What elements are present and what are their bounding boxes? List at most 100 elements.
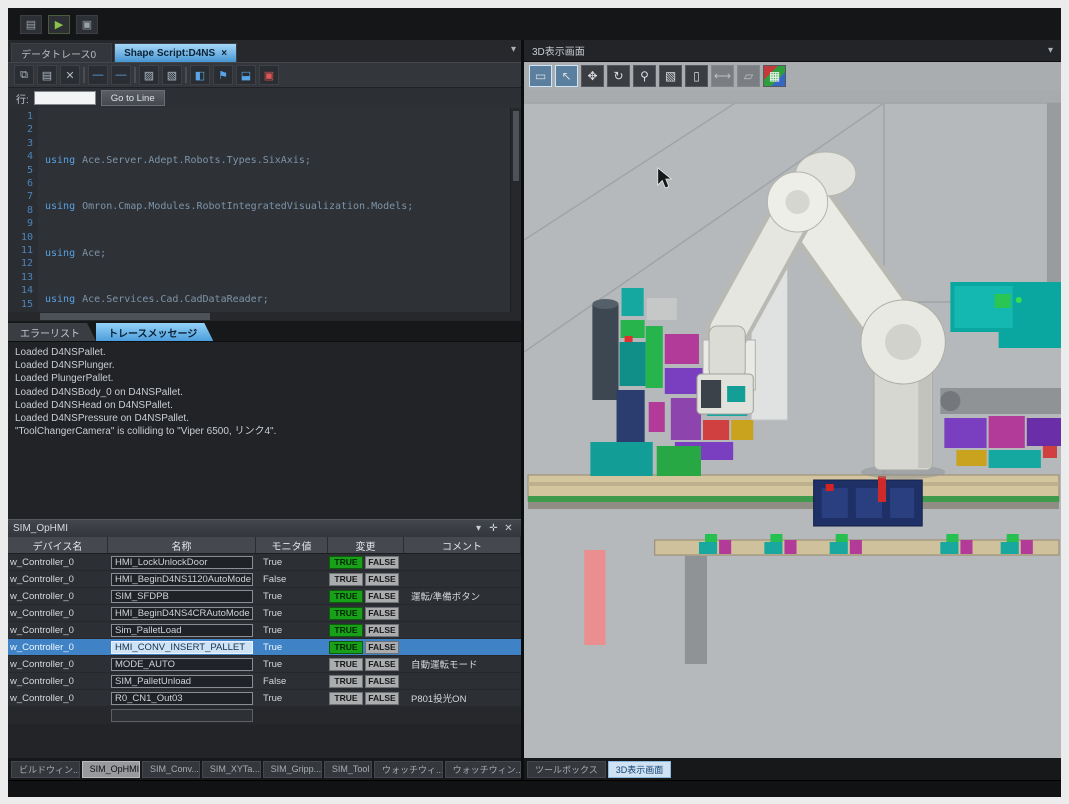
tab-error-list[interactable]: エラーリスト [8, 323, 96, 341]
table-row[interactable]: w_Controller_0 Sim_PalletLoad True TRUE … [8, 622, 521, 639]
tab-data-trace[interactable]: データトレース0 [11, 43, 112, 62]
snapshot-icon[interactable]: ▱ [737, 65, 760, 87]
variable-name-cell[interactable]: HMI_CONV_INSERT_PALLET [111, 641, 253, 654]
panel-tab[interactable]: 3D表示画面 [608, 761, 672, 778]
table-row[interactable]: w_Controller_0 SIM_PalletUnload False TR… [8, 673, 521, 690]
code-editor[interactable]: 123456789101112131415 usingAce.Server.Ad… [8, 108, 521, 312]
panel-tab[interactable]: ツールボックス [527, 761, 606, 778]
tab-overflow-icon[interactable]: ▾ [511, 44, 516, 55]
cursor-icon[interactable]: ↖ [555, 65, 578, 87]
table-row[interactable]: w_Controller_0 SIM_SFDPB True TRUE FALSE… [8, 588, 521, 605]
capture-icon[interactable]: ▣ [76, 15, 98, 34]
variable-name-cell[interactable]: HMI_LockUnlockDoor [111, 556, 253, 569]
goto-line-input[interactable] [34, 91, 96, 105]
tab-shape-script[interactable]: Shape Script:D4NS × [114, 43, 237, 62]
chevron-down-icon[interactable]: ▾ [1048, 45, 1053, 56]
select-region-icon[interactable]: ▭ [529, 65, 552, 87]
view-cube-icon[interactable]: ▧ [659, 65, 682, 87]
set-true-button[interactable]: TRUE [329, 675, 363, 688]
uncomment-icon[interactable]: ▧ [162, 65, 182, 85]
set-false-button[interactable]: FALSE [365, 641, 399, 654]
set-false-button[interactable]: FALSE [365, 692, 399, 705]
table-row[interactable]: w_Controller_0 HMI_CONV_INSERT_PALLET Tr… [8, 639, 521, 656]
set-true-button[interactable]: TRUE [329, 641, 363, 654]
table-row[interactable]: w_Controller_0 HMI_BeginD4NS4CRAutoMode … [8, 605, 521, 622]
separator[interactable] [185, 67, 187, 83]
set-true-button[interactable]: TRUE [329, 624, 363, 637]
chevron-down-icon[interactable]: ▾ [471, 523, 486, 534]
comment-icon[interactable]: ▨ [139, 65, 159, 85]
set-true-button[interactable]: TRUE [329, 590, 363, 603]
tab-trace-message[interactable]: トレースメッセージ [96, 323, 213, 341]
set-true-button[interactable]: TRUE [329, 556, 363, 569]
column-header[interactable]: デバイス名 [8, 537, 108, 553]
table-row[interactable]: w_Controller_0 HMI_BeginD4NS1120AutoMode… [8, 571, 521, 588]
set-true-button[interactable]: TRUE [329, 658, 363, 671]
table-row[interactable]: w_Controller_0 HMI_LockUnlockDoor True T… [8, 554, 521, 571]
set-false-button[interactable]: FALSE [365, 573, 399, 586]
video-camera-icon[interactable]: ▦ [763, 65, 786, 87]
properties-panel-icon[interactable]: ▯ [685, 65, 708, 87]
editor-hscrollbar[interactable] [8, 312, 521, 321]
variable-name-cell[interactable]: HMI_BeginD4NS1120AutoMode [111, 573, 253, 586]
variable-name-cell[interactable]: R0_CN1_Out03 [111, 692, 253, 705]
scrollbar-thumb[interactable] [40, 313, 210, 320]
breakpoint-icon[interactable]: ▣ [259, 65, 279, 85]
paste-icon[interactable]: ▤ [37, 65, 57, 85]
separator[interactable] [134, 67, 136, 83]
panel-tab[interactable]: SIM_OpHMI [82, 761, 140, 778]
panel-tab[interactable]: ビルドウィン... [11, 761, 80, 778]
measure-icon[interactable]: ⟷ [711, 65, 734, 87]
set-false-button[interactable]: FALSE [365, 607, 399, 620]
collapse-region-icon[interactable]: — [88, 65, 108, 85]
bookmark-icon[interactable]: ◧ [190, 65, 210, 85]
code-lines[interactable]: usingAce.Server.Adept.Robots.Types.SixAx… [38, 108, 521, 312]
expand-region-icon[interactable]: — [111, 65, 131, 85]
delete-icon[interactable]: ✕ [60, 65, 80, 85]
close-icon[interactable]: ✕ [501, 523, 516, 534]
column-header[interactable]: コメント [404, 537, 521, 553]
separator[interactable] [83, 67, 85, 83]
goto-line-button[interactable]: Go to Line [101, 90, 165, 106]
variable-name-cell[interactable]: SIM_SFDPB [111, 590, 253, 603]
new-variable-input[interactable] [111, 709, 253, 722]
set-false-button[interactable]: FALSE [365, 590, 399, 603]
simulation-run-icon[interactable]: ▶ [48, 15, 70, 34]
bookmark-list-icon[interactable]: ⬓ [236, 65, 256, 85]
3d-viewport[interactable] [524, 90, 1061, 758]
3d-view-header: 3D表示画面 ▾ [524, 40, 1061, 62]
scrollbar-thumb[interactable] [513, 111, 519, 181]
panel-tab[interactable]: SIM_XYTa... [202, 761, 261, 778]
set-false-button[interactable]: FALSE [365, 624, 399, 637]
table-row[interactable]: w_Controller_0 R0_CN1_Out03 True TRUE FA… [8, 690, 521, 707]
panel-tab[interactable]: SIM_Tool [324, 761, 372, 778]
column-header[interactable]: モニタ値 [256, 537, 328, 553]
trace-message: Loaded D4NSHead on D4NSPallet. [15, 399, 509, 412]
variable-name-cell[interactable]: MODE_AUTO [111, 658, 253, 671]
pin-icon[interactable]: ✛ [486, 523, 501, 534]
column-header[interactable]: 変更 [328, 537, 404, 553]
zoom-icon[interactable]: ⚲ [633, 65, 656, 87]
panel-tab[interactable]: SIM_Conv... [142, 761, 200, 778]
variable-name-cell[interactable]: HMI_BeginD4NS4CRAutoMode [111, 607, 253, 620]
orbit-icon[interactable]: ↻ [607, 65, 630, 87]
bookmark-flag-icon[interactable]: ⚑ [213, 65, 233, 85]
app-menu-icon[interactable]: ▤ [20, 15, 42, 34]
table-row[interactable]: w_Controller_0 MODE_AUTO True TRUE FALSE… [8, 656, 521, 673]
set-true-button[interactable]: TRUE [329, 573, 363, 586]
close-icon[interactable]: × [221, 48, 227, 59]
set-false-button[interactable]: FALSE [365, 658, 399, 671]
editor-vscrollbar[interactable] [510, 108, 521, 312]
panel-tab[interactable]: SIM_Gripp... [263, 761, 322, 778]
panel-tab[interactable]: ウォッチウィ... [374, 761, 443, 778]
column-header[interactable]: 名称 [108, 537, 256, 553]
set-false-button[interactable]: FALSE [365, 556, 399, 569]
variable-name-cell[interactable]: Sim_PalletLoad [111, 624, 253, 637]
copy-icon[interactable]: ⧉ [14, 65, 34, 85]
variable-name-cell[interactable]: SIM_PalletUnload [111, 675, 253, 688]
set-false-button[interactable]: FALSE [365, 675, 399, 688]
panel-tab[interactable]: ウォッチウィン... [445, 761, 521, 778]
set-true-button[interactable]: TRUE [329, 692, 363, 705]
pan-icon[interactable]: ✥ [581, 65, 604, 87]
set-true-button[interactable]: TRUE [329, 607, 363, 620]
